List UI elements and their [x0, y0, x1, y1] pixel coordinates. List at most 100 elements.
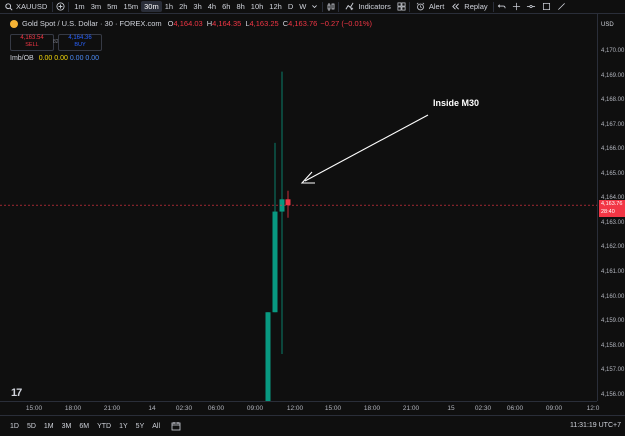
- timeframe-12h[interactable]: 12h: [266, 1, 285, 12]
- price-tick-label: 4,157.00: [601, 367, 625, 374]
- range-1d[interactable]: 1D: [6, 423, 23, 430]
- replay-icon: [450, 1, 461, 12]
- divider: [338, 1, 340, 12]
- time-axis[interactable]: 15:00 18:00 21:00 14 02:30 06:00 09:00 12:00 15:…: [0, 401, 599, 415]
- timeframe-3h[interactable]: 3h: [190, 1, 204, 12]
- bottom-bar: 1D 5D 1M 3M 6M YTD 1Y 5Y All 11:31:19 UTC+7: [0, 415, 625, 436]
- time-tick-label: 18:00: [363, 405, 381, 412]
- range-6m[interactable]: 6M: [75, 423, 93, 430]
- time-tick-label: 21:00: [402, 405, 420, 412]
- buy-button[interactable]: 4,164.36 BUY: [58, 34, 102, 51]
- layouts-icon[interactable]: [396, 1, 407, 12]
- timeframe-1m[interactable]: 1m: [71, 1, 87, 12]
- crosshair-icon[interactable]: [511, 1, 522, 12]
- time-tick-label: 15:00: [324, 405, 342, 412]
- rectangle-tool-icon[interactable]: [541, 1, 552, 12]
- alert-label: Alert: [428, 2, 445, 11]
- chevron-down-icon[interactable]: [309, 1, 320, 12]
- indicator-value-3: 0.00: [69, 55, 84, 62]
- timeframe-3m[interactable]: 3m: [88, 1, 104, 12]
- change-value: −0.27 (−0.01%): [320, 19, 373, 28]
- timeframe-6h[interactable]: 6h: [219, 1, 233, 12]
- range-1y[interactable]: 1Y: [115, 423, 132, 430]
- timeframe-2h[interactable]: 2h: [176, 1, 190, 12]
- price-axis[interactable]: USD 4,170.00 4,169.00 4,168.00 4,167.00 4,16…: [597, 14, 625, 401]
- time-tick-label: 15:00: [25, 405, 43, 412]
- price-tick-label: 4,159.00: [601, 318, 625, 325]
- indicators-icon: [344, 1, 355, 12]
- sell-label: SELL: [25, 42, 39, 48]
- price-tick-label: 4,162.00: [601, 244, 625, 251]
- bar-countdown: 28:40: [601, 209, 615, 215]
- timeframe-4h[interactable]: 4h: [205, 1, 219, 12]
- timeframe-W[interactable]: W: [296, 1, 309, 12]
- annotation-arrowhead: [300, 171, 315, 184]
- time-tick-label: 02:30: [175, 405, 193, 412]
- timeframe-15m[interactable]: 15m: [121, 1, 142, 12]
- chart-canvas[interactable]: Inside M30: [0, 14, 597, 401]
- range-5y[interactable]: 5Y: [132, 423, 149, 430]
- time-tick-label: 06:00: [506, 405, 524, 412]
- range-3m[interactable]: 3M: [58, 423, 76, 430]
- alert-button[interactable]: Alert: [412, 0, 447, 13]
- annotation-arrow: [304, 114, 429, 182]
- annotation-text: Inside M30: [433, 98, 479, 108]
- price-tick-label: 4,156.00: [601, 391, 625, 398]
- open-value: 4,164.03: [173, 19, 203, 28]
- candle-body: [272, 211, 278, 313]
- candle-body: [285, 199, 291, 206]
- buy-label: BUY: [74, 42, 86, 48]
- price-tick-label: 4,169.00: [601, 72, 625, 79]
- timeframe-list: 1m 3m 5m 15m 30m 1h 2h 3h 4h 6h 8h 10h 12h D W: [71, 1, 309, 12]
- indicator-legend[interactable]: Imb/OB 0.00 0.00 0.00 0.00: [10, 55, 99, 62]
- replay-label: Replay: [464, 2, 488, 11]
- time-tick-label: 18:00: [64, 405, 82, 412]
- timeframe-8h[interactable]: 8h: [233, 1, 247, 12]
- calendar-icon[interactable]: [170, 421, 181, 432]
- add-symbol-icon[interactable]: [55, 1, 66, 12]
- alarm-clock-icon: [415, 1, 426, 12]
- range-5d[interactable]: 5D: [23, 423, 40, 430]
- high-value: 4,164.35: [212, 19, 242, 28]
- time-tick-label: 09:00: [246, 405, 264, 412]
- indicators-button[interactable]: Indicators: [341, 0, 394, 13]
- divider: [322, 1, 324, 12]
- range-all[interactable]: All: [148, 423, 164, 430]
- candles-icon[interactable]: [325, 1, 336, 12]
- price-tick-label: 4,158.00: [601, 342, 625, 349]
- sell-button[interactable]: 4,163.54 SELL: [10, 34, 54, 51]
- gold-symbol-icon: [10, 19, 18, 28]
- divider: [68, 1, 70, 12]
- timeframe-1h[interactable]: 1h: [162, 1, 176, 12]
- legend-title[interactable]: Gold Spot / U.S. Dollar · 30 · FOREX.com: [22, 19, 162, 28]
- range-1m[interactable]: 1M: [40, 423, 58, 430]
- candle-body: [265, 312, 271, 401]
- time-tick-label: 06:00: [207, 405, 225, 412]
- timeframe-5m[interactable]: 5m: [104, 1, 120, 12]
- symbol-label: XAUUSD: [16, 2, 48, 11]
- symbol-search[interactable]: XAUUSD: [0, 0, 50, 13]
- price-tick-label: 4,170.00: [601, 48, 625, 54]
- close-value: 4,163.76: [288, 19, 318, 28]
- replay-button[interactable]: Replay: [447, 0, 490, 13]
- price-tick-label: 4,167.00: [601, 121, 625, 128]
- time-tick-label: 02:30: [474, 405, 492, 412]
- currency-label[interactable]: USD: [601, 22, 614, 28]
- undo-icon[interactable]: [496, 1, 507, 12]
- tradingview-logo[interactable]: 17: [11, 387, 22, 399]
- trendline-icon[interactable]: [556, 1, 567, 12]
- divider: [408, 1, 410, 12]
- timeframe-30m[interactable]: 30m: [141, 1, 162, 12]
- time-tick-label: 15: [447, 405, 455, 412]
- low-value: 4,163.25: [249, 19, 279, 28]
- chart-pane[interactable]: Inside M30 Gold Spot / U.S. Dollar · 30 …: [0, 14, 597, 401]
- timeframe-D[interactable]: D: [285, 1, 296, 12]
- time-tick-label: 12:00: [286, 405, 304, 412]
- horizontal-line-icon[interactable]: [526, 1, 537, 12]
- price-tick-label: 4,161.00: [601, 268, 625, 275]
- timeframe-10h[interactable]: 10h: [248, 1, 267, 12]
- range-ytd[interactable]: YTD: [93, 423, 115, 430]
- price-tick-label: 4,163.00: [601, 219, 625, 226]
- clock-timezone[interactable]: 11:31:19 UTC+7: [570, 422, 621, 429]
- range-list: 1D 5D 1M 3M 6M YTD 1Y 5Y All: [0, 423, 164, 430]
